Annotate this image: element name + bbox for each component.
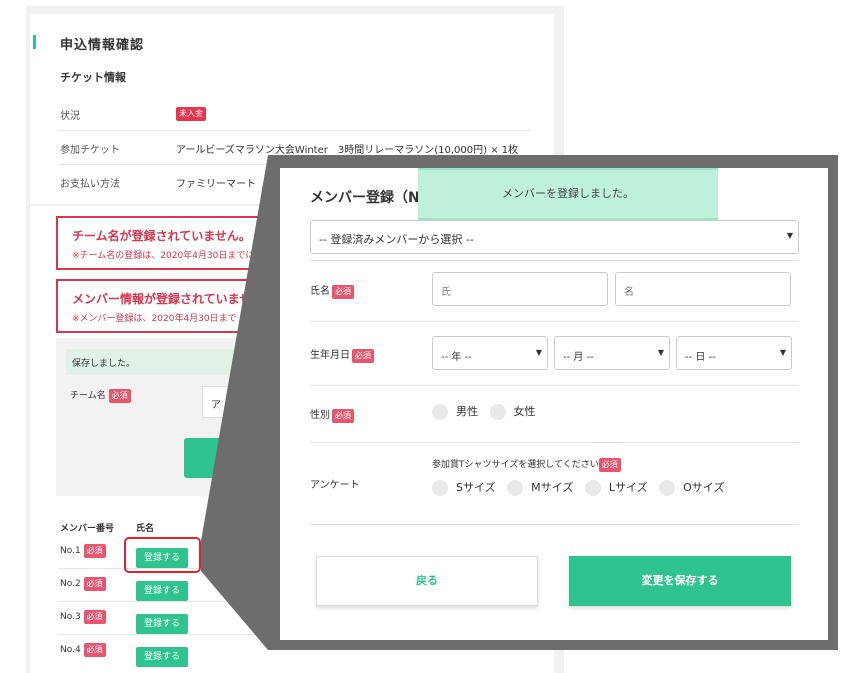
chevron-down-icon: ▼: [657, 348, 664, 357]
gender-option-label: 男性: [456, 405, 478, 418]
size-option-label: Oサイズ: [683, 481, 725, 494]
divider: [310, 260, 799, 261]
radio-icon: [432, 404, 448, 420]
back-button[interactable]: 戻る: [316, 556, 538, 606]
required-badge: 必須: [598, 458, 621, 472]
name-label-text: 氏名: [310, 286, 330, 297]
gender-option-male[interactable]: 男性: [432, 403, 478, 420]
size-option-o[interactable]: Oサイズ: [659, 479, 724, 496]
gender-label-text: 性別: [310, 410, 330, 421]
first-name-input[interactable]: 名: [615, 272, 791, 306]
divider: [310, 524, 799, 525]
gender-option-female[interactable]: 女性: [489, 403, 536, 420]
radio-icon: [507, 480, 524, 496]
required-badge: 必須: [332, 409, 354, 423]
size-option-label: Sサイズ: [456, 481, 496, 494]
radio-icon: [489, 404, 506, 420]
chevron-down-icon: ▼: [786, 231, 793, 240]
size-option-label: Mサイズ: [531, 481, 574, 494]
divider: [310, 442, 799, 443]
birth-month-value: -- 月 --: [563, 352, 594, 363]
required-badge: 必須: [352, 349, 374, 363]
radio-icon: [584, 480, 601, 496]
required-badge: 必須: [332, 285, 354, 299]
gender-label: 性別 必須: [310, 406, 354, 423]
modal-title: メンバー登録（No.: [310, 190, 435, 206]
birth-day-select[interactable]: -- 日 -- ▼: [676, 336, 792, 370]
size-option-s[interactable]: Sサイズ: [432, 479, 496, 496]
size-option-label: Lサイズ: [608, 481, 648, 494]
birthdate-label-text: 生年月日: [310, 350, 350, 361]
registered-member-select[interactable]: -- 登録済みメンバーから選択 -- ▼: [310, 220, 799, 254]
birthdate-label: 生年月日 必須: [310, 346, 374, 363]
birth-year-select[interactable]: -- 年 -- ▼: [432, 336, 548, 370]
birth-day-value: -- 日 --: [685, 352, 716, 363]
divider: [310, 321, 799, 322]
save-changes-button[interactable]: 変更を保存する: [569, 556, 791, 606]
success-toast: メンバーを登録しました。: [418, 168, 718, 220]
size-option-l[interactable]: Lサイズ: [584, 479, 648, 496]
survey-question-text: 参加賞Tシャツサイズを選択してください: [432, 460, 599, 470]
chevron-down-icon: ▼: [779, 348, 786, 357]
birth-year-value: -- 年 --: [441, 352, 472, 363]
registered-member-select-value: -- 登録済みメンバーから選択 --: [319, 233, 474, 246]
survey-question: 参加賞Tシャツサイズを選択してください 必須: [432, 457, 621, 472]
chevron-down-icon: ▼: [535, 348, 542, 357]
gender-option-label: 女性: [513, 405, 536, 418]
screen: 申込情報確認 チケット情報 状況 未入金 参加チケット アールビーズマラソン大会…: [0, 0, 842, 673]
radio-icon: [432, 480, 448, 496]
tshirt-size-radio-group: Sサイズ Mサイズ Lサイズ Oサイズ: [432, 479, 732, 496]
name-label: 氏名 必須: [310, 282, 354, 299]
radio-icon: [659, 480, 676, 496]
size-option-m[interactable]: Mサイズ: [507, 479, 573, 496]
divider: [310, 385, 799, 386]
birth-month-select[interactable]: -- 月 -- ▼: [554, 336, 670, 370]
survey-label: アンケート: [310, 480, 360, 491]
last-name-input[interactable]: 氏: [432, 272, 608, 306]
gender-radio-group: 男性 女性: [432, 403, 544, 420]
